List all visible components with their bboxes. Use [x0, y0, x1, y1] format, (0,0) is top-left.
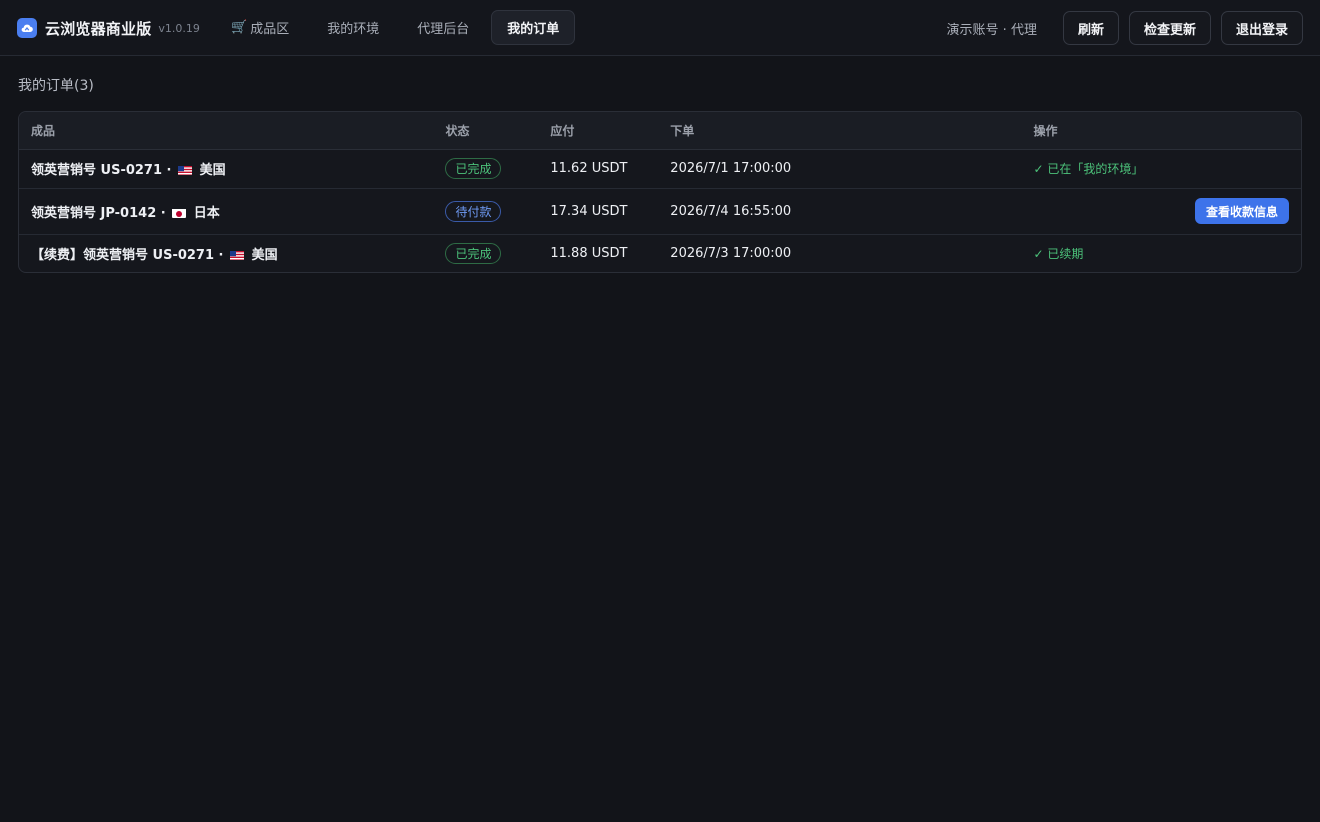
table-row: 领英营销号 US-0271 · 美国 已完成 11.62 USDT 2026/7… [19, 149, 1301, 188]
cart-icon: 🛒 [231, 20, 248, 35]
us-flag-icon [230, 250, 245, 260]
column-header-amount: 应付 [538, 112, 659, 150]
action-status-text: ✓ 已在「我的环境」 [1033, 162, 1144, 176]
product-name: 领英营销号 US-0271 · [31, 163, 172, 178]
order-time-cell: 2026/7/4 16:55:00 [670, 203, 792, 219]
status-badge: 已完成 [445, 242, 502, 264]
top-bar: 云浏览器商业版 v1.0.19 🛒 成品区 我的环境 代理后台 我的订单 演示账… [0, 0, 1320, 56]
page-title: 我的订单(3) [18, 78, 94, 94]
brand: 云浏览器商业版 v1.0.19 [17, 18, 200, 38]
app-version: v1.0.19 [158, 21, 200, 35]
product-region: 美国 [251, 247, 278, 263]
refresh-button[interactable]: 刷新 [1062, 11, 1119, 45]
status-badge: 待付款 [445, 200, 502, 222]
logout-button[interactable]: 退出登录 [1220, 11, 1303, 45]
action-cell: ✓ 已在「我的环境」 [1022, 149, 1302, 188]
tab-products-label: 成品区 [250, 22, 290, 37]
product-cell: 【续费】领英营销号 US-0271 · 美国 [19, 234, 433, 272]
orders-table: 成品 状态 应付 下单 操作 领英营销号 US-0271 · 美国 已完成 11… [18, 111, 1302, 273]
table-row: 【续费】领英营销号 US-0271 · 美国 已完成 11.88 USDT 20… [19, 234, 1301, 272]
tab-my-orders[interactable]: 我的订单 [491, 10, 576, 45]
order-time-cell: 2026/7/3 17:00:00 [670, 245, 792, 261]
product-name: 【续费】领英营销号 US-0271 · [31, 247, 224, 263]
status-cell: 已完成 [433, 149, 538, 188]
table-row: 领英营销号 JP-0142 · 日本 待付款 17.34 USDT 2026/7… [19, 188, 1301, 234]
us-flag-icon [178, 165, 193, 175]
main-nav: 🛒 成品区 我的环境 代理后台 我的订单 [215, 10, 581, 45]
product-region: 日本 [193, 205, 220, 221]
action-cell: 查看收款信息 [1022, 188, 1302, 234]
product-name: 领英营销号 JP-0142 · [31, 205, 166, 221]
amount-cell: 11.62 USDT [550, 161, 628, 176]
jp-flag-icon [172, 208, 187, 218]
column-header-order-time: 下单 [658, 112, 1022, 150]
tab-my-environments-label: 我的环境 [327, 22, 380, 37]
view-payment-info-button[interactable]: 查看收款信息 [1194, 198, 1289, 224]
column-header-status: 状态 [433, 112, 539, 150]
table-header-row: 成品 状态 应付 下单 操作 [19, 112, 1301, 150]
tab-proxy-admin[interactable]: 代理后台 [401, 10, 485, 45]
status-badge: 已完成 [445, 158, 502, 179]
order-time-cell: 2026/7/1 17:00:00 [670, 161, 792, 176]
account-info: 演示账号 · 代理 [946, 22, 1037, 38]
status-cell: 已完成 [433, 234, 538, 272]
product-cell: 领英营销号 JP-0142 · 日本 [19, 188, 433, 234]
column-header-action: 操作 [1021, 112, 1301, 150]
tab-my-orders-label: 我的订单 [507, 22, 560, 37]
product-region: 美国 [199, 163, 226, 178]
amount-cell: 11.88 USDT [550, 245, 628, 261]
app-title: 云浏览器商业版 [45, 19, 152, 38]
tab-proxy-admin-label: 代理后台 [417, 22, 470, 37]
tab-products[interactable]: 🛒 成品区 [215, 10, 305, 45]
column-header-product: 成品 [19, 112, 434, 150]
cloud-logo-icon [17, 18, 37, 38]
product-cell: 领英营销号 US-0271 · 美国 [19, 149, 433, 188]
action-cell: ✓ 已续期 [1022, 234, 1302, 272]
check-update-button[interactable]: 检查更新 [1128, 11, 1211, 45]
tab-my-environments[interactable]: 我的环境 [311, 10, 395, 45]
amount-cell: 17.34 USDT [550, 203, 628, 219]
action-status-text: ✓ 已续期 [1033, 246, 1084, 261]
status-cell: 待付款 [433, 188, 538, 234]
header-actions: 演示账号 · 代理 刷新 检查更新 退出登录 [947, 11, 1303, 45]
